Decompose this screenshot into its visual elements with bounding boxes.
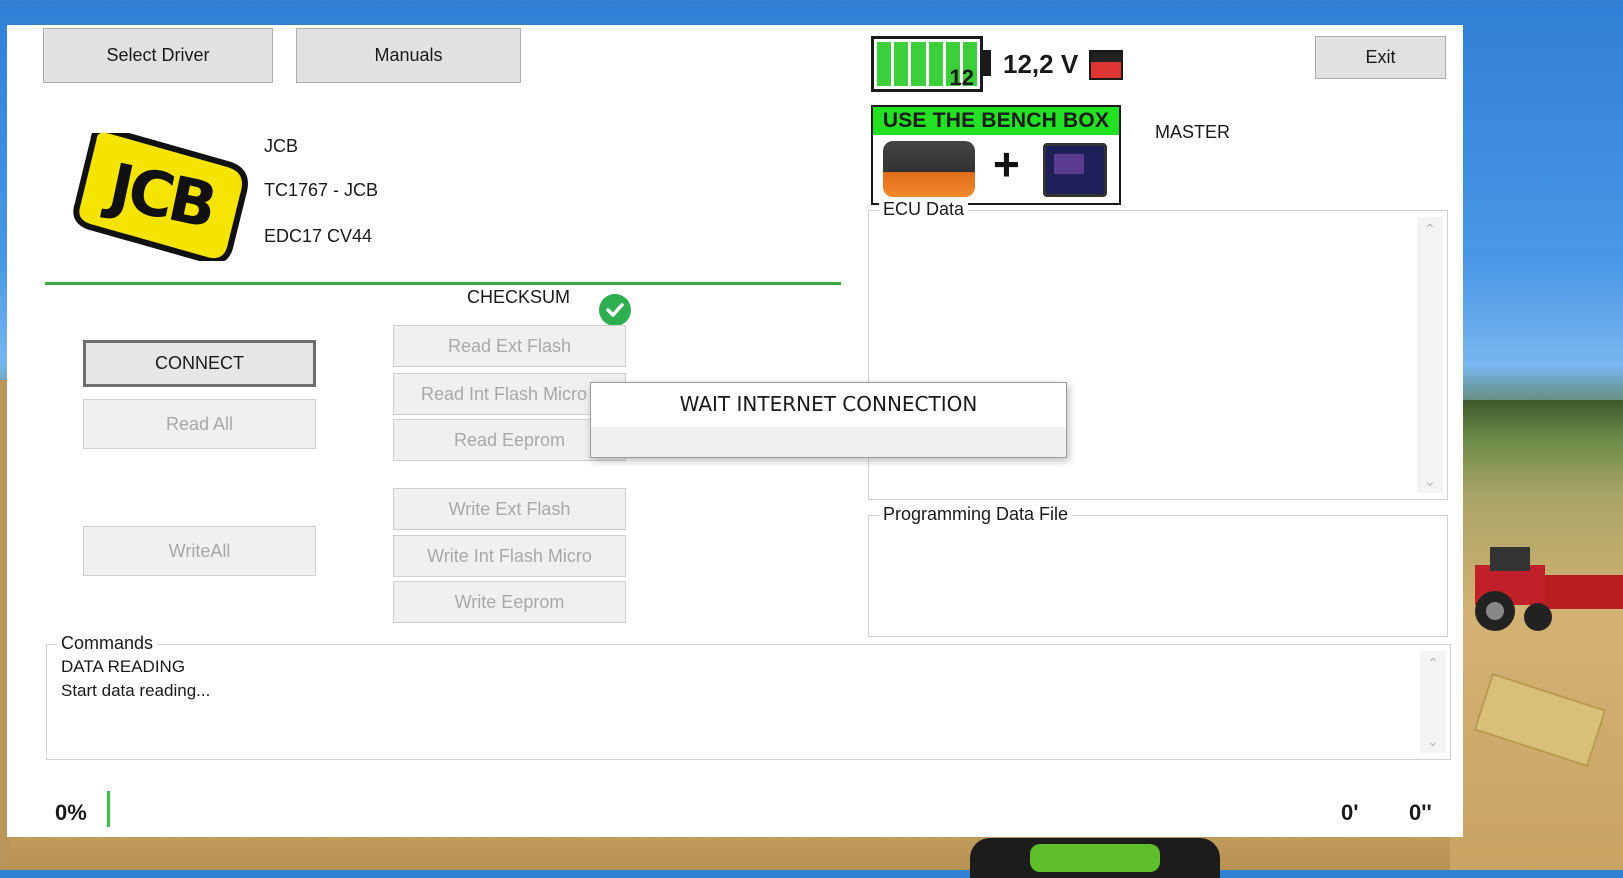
mode-label: MASTER — [1155, 122, 1231, 142]
bench-box-title: USE THE BENCH BOX — [873, 107, 1119, 135]
dialog-footer — [591, 427, 1066, 457]
wallpaper-tractor — [1475, 547, 1623, 631]
battery-level-label: 12 — [949, 65, 974, 90]
battery-indicator: 12 — [871, 36, 983, 92]
programming-file-title: Programming Data File — [879, 504, 1073, 525]
desktop-wallpaper-field — [1450, 400, 1623, 870]
exit-button[interactable]: Exit — [1315, 36, 1446, 79]
read-ext-flash-button[interactable]: Read Ext Flash — [393, 325, 626, 367]
progress-bar — [107, 791, 110, 827]
vehicle-model: TC1767 - JCB — [264, 180, 379, 200]
manuals-button[interactable]: Manuals — [296, 28, 521, 83]
commands-scrollbar[interactable]: ⌃ ⌄ — [1420, 651, 1446, 753]
battery-terminal — [983, 50, 991, 76]
app-window: Select Driver Manuals Exit JCB JCB TC176… — [7, 25, 1463, 837]
scroll-up-icon[interactable]: ⌃ — [1417, 217, 1443, 241]
wallpaper-green-tractor — [970, 838, 1220, 878]
command-log-line: Start data reading... — [61, 681, 211, 700]
voltage-readout: 12,2 V — [1003, 49, 1079, 79]
read-all-button[interactable]: Read All — [83, 399, 316, 449]
scroll-up-icon[interactable]: ⌃ — [1420, 651, 1446, 675]
ecu-data-title: ECU Data — [879, 199, 969, 220]
ecu-data-scrollbar[interactable]: ⌃ ⌄ — [1417, 217, 1443, 493]
write-int-flash-button[interactable]: Write Int Flash Micro — [393, 535, 626, 577]
checksum-label: CHECKSUM — [467, 287, 571, 307]
elapsed-minutes: 0' — [1341, 800, 1359, 825]
vehicle-brand: JCB — [264, 136, 299, 156]
write-all-button[interactable]: WriteAll — [83, 526, 316, 576]
commands-panel: Commands DATA READING Start data reading… — [46, 633, 1451, 760]
bench-box-panel: USE THE BENCH BOX + — [871, 105, 1121, 205]
bench-device-icon — [883, 141, 975, 197]
header-divider — [45, 282, 841, 285]
plus-icon: + — [993, 138, 1020, 190]
programming-file-panel: Programming Data File — [868, 504, 1448, 637]
command-log-line: DATA READING — [61, 657, 186, 676]
write-ext-flash-button[interactable]: Write Ext Flash — [393, 488, 626, 530]
wait-connection-message: WAIT INTERNET CONNECTION — [679, 392, 978, 416]
polarity-icon — [1089, 50, 1123, 80]
write-eeprom-button[interactable]: Write Eeprom — [393, 581, 626, 623]
connect-button[interactable]: CONNECT — [83, 340, 316, 387]
elapsed-seconds: 0'' — [1409, 800, 1432, 825]
checksum-ok-icon — [599, 294, 631, 326]
commands-title: Commands — [57, 633, 158, 654]
select-driver-button[interactable]: Select Driver — [43, 28, 273, 83]
interface-device-icon — [1043, 143, 1107, 197]
progress-percent: 0% — [55, 800, 87, 825]
wait-connection-dialog: WAIT INTERNET CONNECTION — [590, 382, 1067, 458]
scroll-down-icon[interactable]: ⌄ — [1417, 469, 1443, 493]
scroll-down-icon[interactable]: ⌄ — [1420, 729, 1446, 753]
jcb-logo: JCB — [73, 133, 248, 261]
vehicle-ecu: EDC17 CV44 — [264, 226, 373, 246]
